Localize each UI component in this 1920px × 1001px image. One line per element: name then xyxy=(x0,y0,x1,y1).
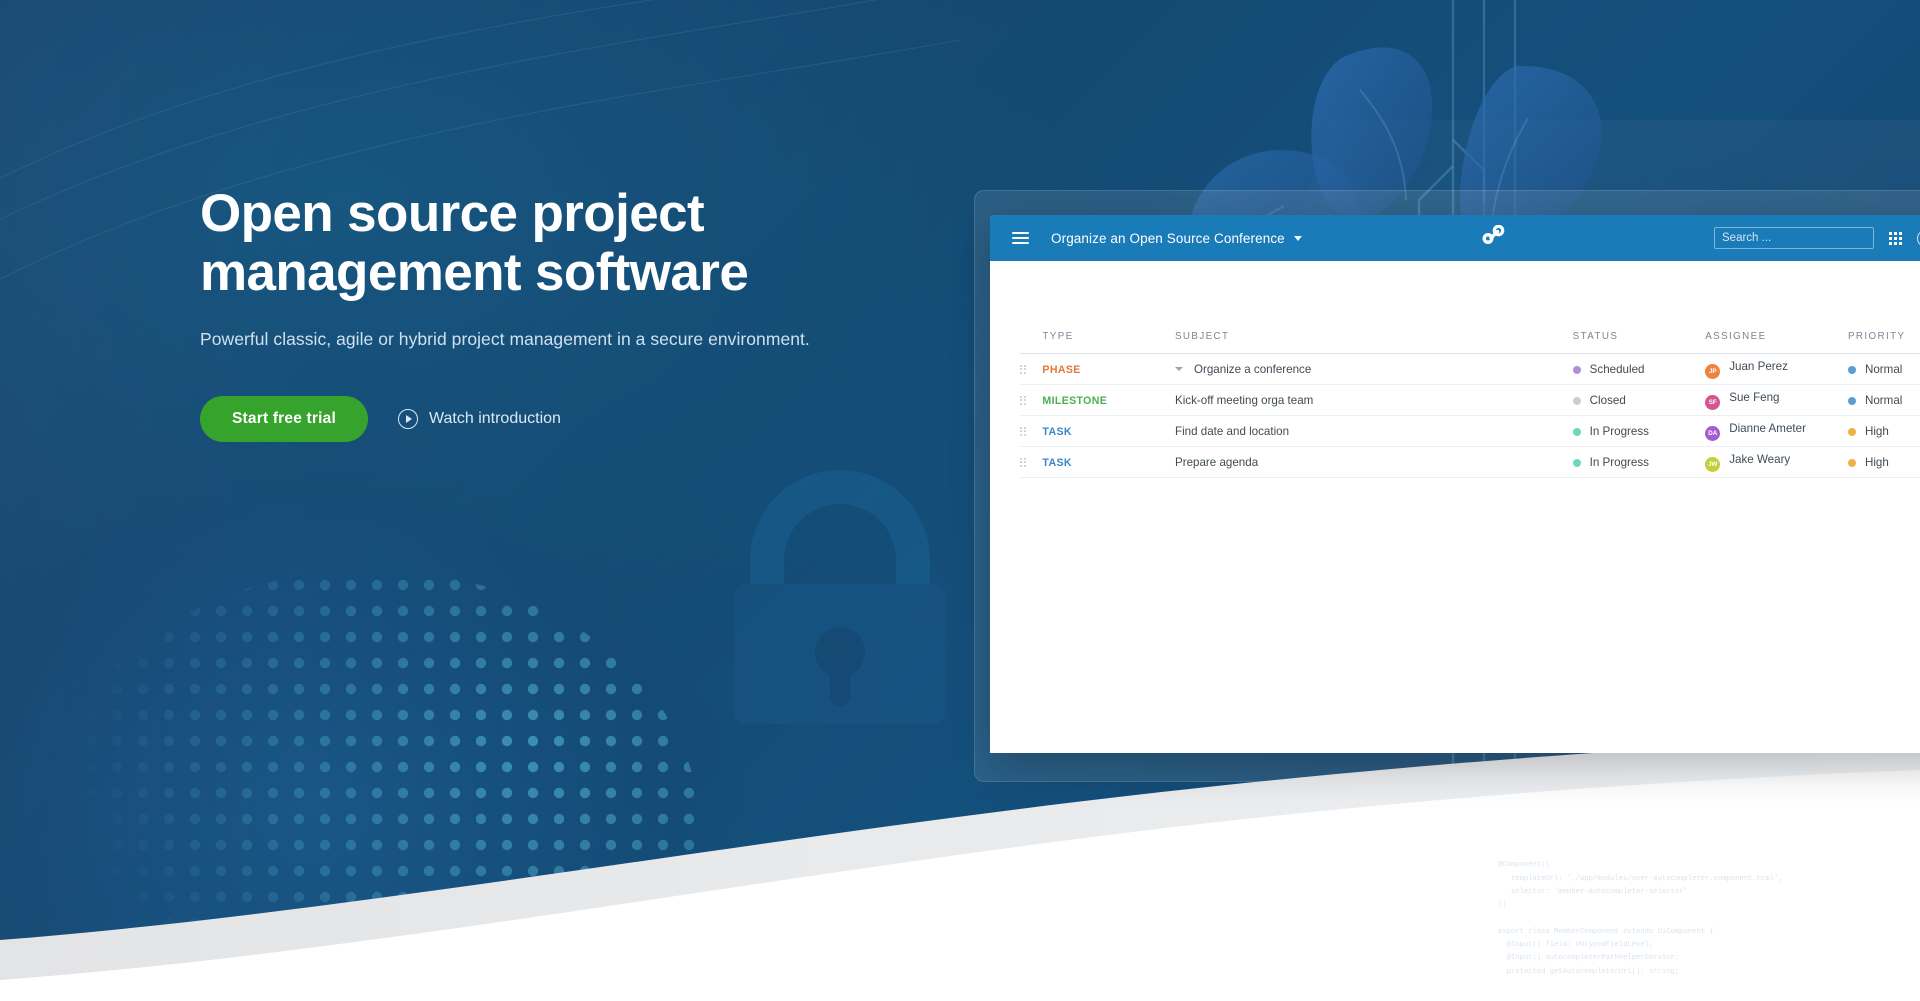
cell-priority[interactable]: High xyxy=(1847,416,1920,447)
work-packages-table: TYPE SUBJECT STATUS ASSIGNEE PRIORITY PH… xyxy=(1020,331,1920,478)
table-header: TYPE SUBJECT STATUS ASSIGNEE PRIORITY xyxy=(1020,331,1920,354)
subject-label: Organize a conference xyxy=(1193,362,1312,376)
openproject-app-window: Organize an Open Source Conference ? JP xyxy=(990,215,1920,753)
type-label: TASK xyxy=(1042,425,1072,438)
cell-assignee[interactable]: DA Dianne Ameter xyxy=(1705,416,1848,447)
status-dot xyxy=(1572,365,1581,374)
assignee-label: Juan Perez xyxy=(1729,359,1788,373)
priority-label: Normal xyxy=(1864,362,1903,376)
table-body: PHASE Organize a conference Scheduled JP Jua… xyxy=(1020,354,1920,478)
assignee-avatar: SF xyxy=(1705,394,1721,410)
cell-priority[interactable]: High xyxy=(1847,447,1920,478)
type-label: PHASE xyxy=(1042,363,1081,376)
assignee-avatar: JW xyxy=(1705,456,1721,472)
project-selector[interactable]: Organize an Open Source Conference xyxy=(1051,231,1302,246)
work-packages-table-container: TYPE SUBJECT STATUS ASSIGNEE PRIORITY PH… xyxy=(990,261,1920,478)
app-top-bar: Organize an Open Source Conference ? JP xyxy=(990,215,1920,261)
priority-dot xyxy=(1847,427,1856,436)
watch-introduction-link[interactable]: Watch introduction xyxy=(398,408,561,429)
cta-row: Start free trial Watch introduction xyxy=(200,395,880,442)
status-dot xyxy=(1572,458,1581,467)
cell-subject[interactable]: Prepare agenda xyxy=(1175,447,1573,478)
assignee-avatar: DA xyxy=(1705,425,1721,441)
subject-label: Kick-off meeting orga team xyxy=(1174,393,1314,407)
priority-label: Normal xyxy=(1864,393,1903,407)
cell-assignee[interactable]: SF Sue Feng xyxy=(1705,385,1848,416)
cell-assignee[interactable]: JW Jake Weary xyxy=(1705,447,1848,478)
code-snippet-decoration: @Component({ templateUrl: './app/modules… xyxy=(1498,861,1783,976)
status-dot xyxy=(1572,396,1581,405)
row-drag-handle[interactable] xyxy=(1020,447,1042,478)
table-row[interactable]: MILESTONE Kick-off meeting orga team Close… xyxy=(1020,385,1920,416)
column-header-drag xyxy=(1020,331,1042,354)
expand-collapse-icon[interactable] xyxy=(1174,367,1183,371)
priority-label: High xyxy=(1864,455,1889,469)
assignee-label: Jake Weary xyxy=(1729,452,1791,466)
row-drag-handle[interactable] xyxy=(1020,385,1042,416)
table-row[interactable]: TASK Find date and location In Progress DA D… xyxy=(1020,416,1920,447)
priority-dot xyxy=(1847,365,1856,374)
cell-priority[interactable]: Normal xyxy=(1847,385,1920,416)
status-label: In Progress xyxy=(1589,424,1649,438)
search-input[interactable] xyxy=(1714,227,1874,249)
assignee-label: Dianne Ameter xyxy=(1729,421,1806,435)
status-label: Closed xyxy=(1589,393,1626,407)
watch-introduction-label: Watch introduction xyxy=(429,409,561,427)
priority-dot xyxy=(1847,396,1856,405)
column-header-type[interactable]: TYPE xyxy=(1042,331,1175,354)
row-drag-handle[interactable] xyxy=(1020,354,1042,385)
cell-type[interactable]: TASK xyxy=(1042,447,1175,478)
cell-subject[interactable]: Organize a conference xyxy=(1174,354,1573,385)
table-row[interactable]: PHASE Organize a conference Scheduled JP Jua… xyxy=(1020,354,1920,385)
play-icon xyxy=(398,408,418,429)
start-free-trial-button[interactable]: Start free trial xyxy=(200,395,368,442)
chevron-down-icon xyxy=(1293,235,1302,241)
grid-modules-icon[interactable] xyxy=(1889,231,1902,245)
assignee-avatar: JP xyxy=(1705,363,1721,379)
cell-type[interactable]: TASK xyxy=(1042,416,1175,447)
table-row[interactable]: TASK Prepare agenda In Progress JW Jake Wear… xyxy=(1020,447,1920,478)
project-name-label: Organize an Open Source Conference xyxy=(1051,230,1285,246)
type-label: TASK xyxy=(1042,456,1072,469)
column-header-subject[interactable]: SUBJECT xyxy=(1175,331,1573,354)
column-header-assignee[interactable]: ASSIGNEE xyxy=(1705,331,1848,354)
cell-status[interactable]: In Progress xyxy=(1572,447,1706,478)
headline-line-1: Open source project xyxy=(200,184,705,243)
subject-label: Prepare agenda xyxy=(1174,455,1259,469)
status-dot xyxy=(1572,427,1581,436)
openproject-logo xyxy=(1475,224,1505,256)
hero-section: Open source project management software … xyxy=(200,184,880,442)
cell-type[interactable]: PHASE xyxy=(1042,354,1175,385)
landing-page: Open source project management software … xyxy=(0,0,1920,1001)
priority-label: High xyxy=(1864,424,1889,438)
type-label: MILESTONE xyxy=(1042,394,1108,407)
cell-assignee[interactable]: JP Juan Perez xyxy=(1705,354,1848,385)
subject-label: Find date and location xyxy=(1174,424,1290,438)
cell-status[interactable]: Closed xyxy=(1572,385,1706,416)
cell-type[interactable]: MILESTONE xyxy=(1042,385,1175,416)
priority-dot xyxy=(1847,458,1856,467)
status-label: In Progress xyxy=(1589,455,1649,469)
cell-subject[interactable]: Kick-off meeting orga team xyxy=(1175,385,1573,416)
cell-priority[interactable]: Normal xyxy=(1847,354,1920,385)
column-header-status[interactable]: STATUS xyxy=(1573,331,1706,354)
assignee-label: Sue Feng xyxy=(1729,390,1780,404)
page-title: Open source project management software xyxy=(200,184,880,303)
hamburger-icon[interactable] xyxy=(1012,231,1029,245)
headline-line-2: management software xyxy=(200,243,749,303)
hero-subtitle: Powerful classic, agile or hybrid projec… xyxy=(200,328,810,349)
cell-status[interactable]: In Progress xyxy=(1572,416,1706,447)
cell-status[interactable]: Scheduled xyxy=(1572,354,1706,385)
column-header-priority[interactable]: PRIORITY xyxy=(1848,331,1920,354)
app-top-bar-right: ? JP xyxy=(1714,215,1920,261)
row-drag-handle[interactable] xyxy=(1020,416,1042,447)
status-label: Scheduled xyxy=(1589,362,1645,376)
cell-subject[interactable]: Find date and location xyxy=(1175,416,1573,447)
